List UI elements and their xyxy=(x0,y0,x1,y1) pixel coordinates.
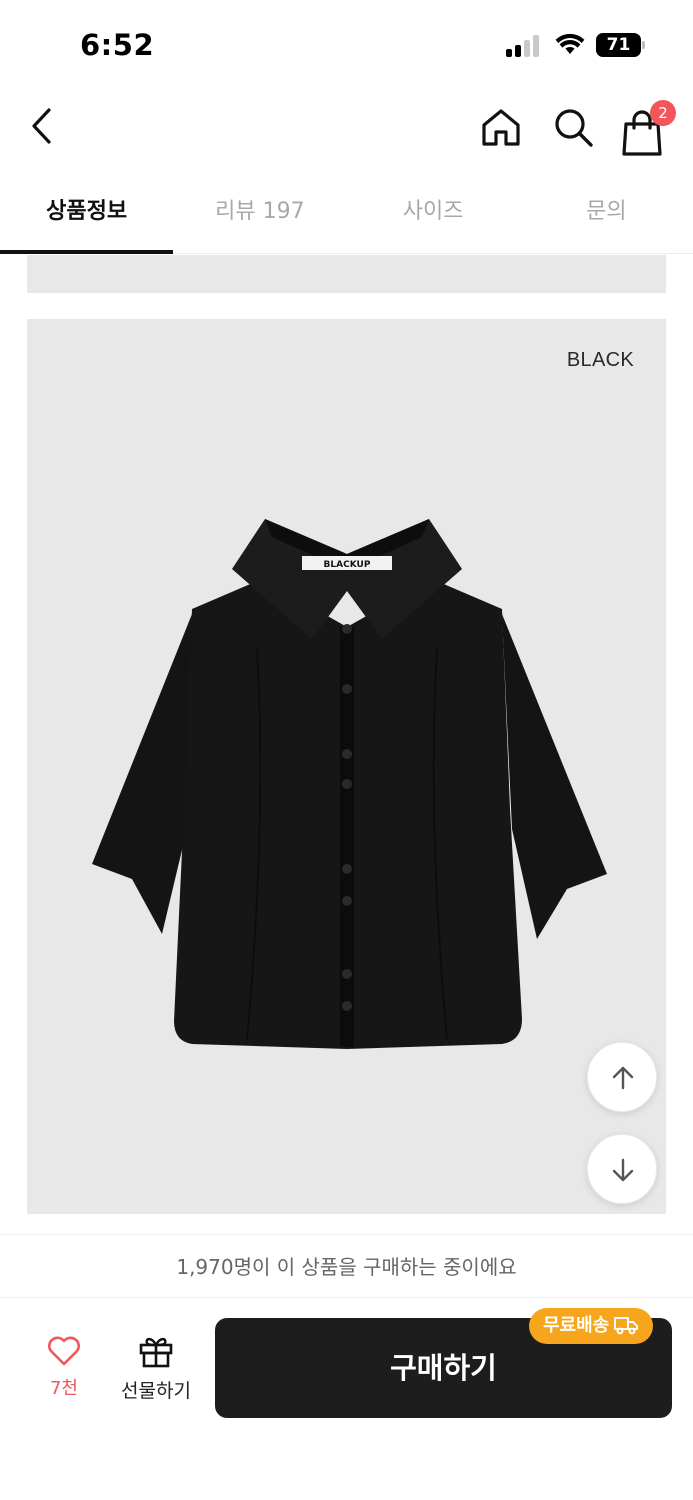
free-shipping-badge: 무료배송 xyxy=(529,1308,654,1344)
search-button[interactable] xyxy=(550,104,596,150)
status-time: 6:52 xyxy=(80,28,155,62)
like-count: 7천 xyxy=(49,1378,78,1399)
arrow-down-icon xyxy=(612,1158,634,1182)
tab-size[interactable]: 사이즈 xyxy=(347,170,520,253)
gift-button[interactable]: 선물하기 xyxy=(112,1334,200,1406)
purchase-activity-notice: 1,970명이 이 상품을 구매하는 중이에요 xyxy=(0,1234,693,1298)
home-button[interactable] xyxy=(478,104,524,150)
cart-button[interactable]: 2 xyxy=(620,100,676,156)
arrow-up-icon xyxy=(612,1066,634,1090)
battery-icon: 71 xyxy=(596,33,646,57)
cellular-signal-icon xyxy=(506,35,542,57)
product-image: BLACK BLACKUP xyxy=(27,319,666,1214)
shirt-image: BLACKUP xyxy=(92,519,607,1049)
gift-label: 선물하기 xyxy=(121,1380,191,1402)
like-button[interactable]: 7천 xyxy=(30,1336,98,1408)
search-icon xyxy=(555,109,593,147)
battery-level: 71 xyxy=(596,33,641,57)
back-button[interactable] xyxy=(22,104,62,148)
status-bar: 6:52 71 xyxy=(0,0,693,90)
free-shipping-label: 무료배송 xyxy=(543,1315,610,1336)
wifi-icon xyxy=(555,33,585,54)
truck-icon xyxy=(614,1316,639,1334)
gift-icon xyxy=(139,1337,173,1368)
brand-tag: BLACKUP xyxy=(324,560,371,570)
tab-reviews[interactable]: 리뷰 197 xyxy=(173,170,346,253)
tab-inquiry[interactable]: 문의 xyxy=(520,170,693,253)
bottom-action-bar: 7천 선물하기 구매하기 무료배송 xyxy=(0,1298,693,1500)
tab-product-info[interactable]: 상품정보 xyxy=(0,170,174,254)
scroll-down-button[interactable] xyxy=(587,1134,657,1204)
heart-icon xyxy=(48,1336,80,1366)
home-icon xyxy=(482,109,520,146)
scroll-up-button[interactable] xyxy=(587,1042,657,1112)
previous-image-strip xyxy=(27,255,666,293)
back-arrow-icon xyxy=(32,108,51,144)
product-tabs: 상품정보 리뷰 197 사이즈 문의 xyxy=(0,170,693,254)
top-navigation: 2 xyxy=(0,90,693,170)
color-label: BLACK xyxy=(566,349,634,371)
cart-count-badge: 2 xyxy=(650,100,676,126)
